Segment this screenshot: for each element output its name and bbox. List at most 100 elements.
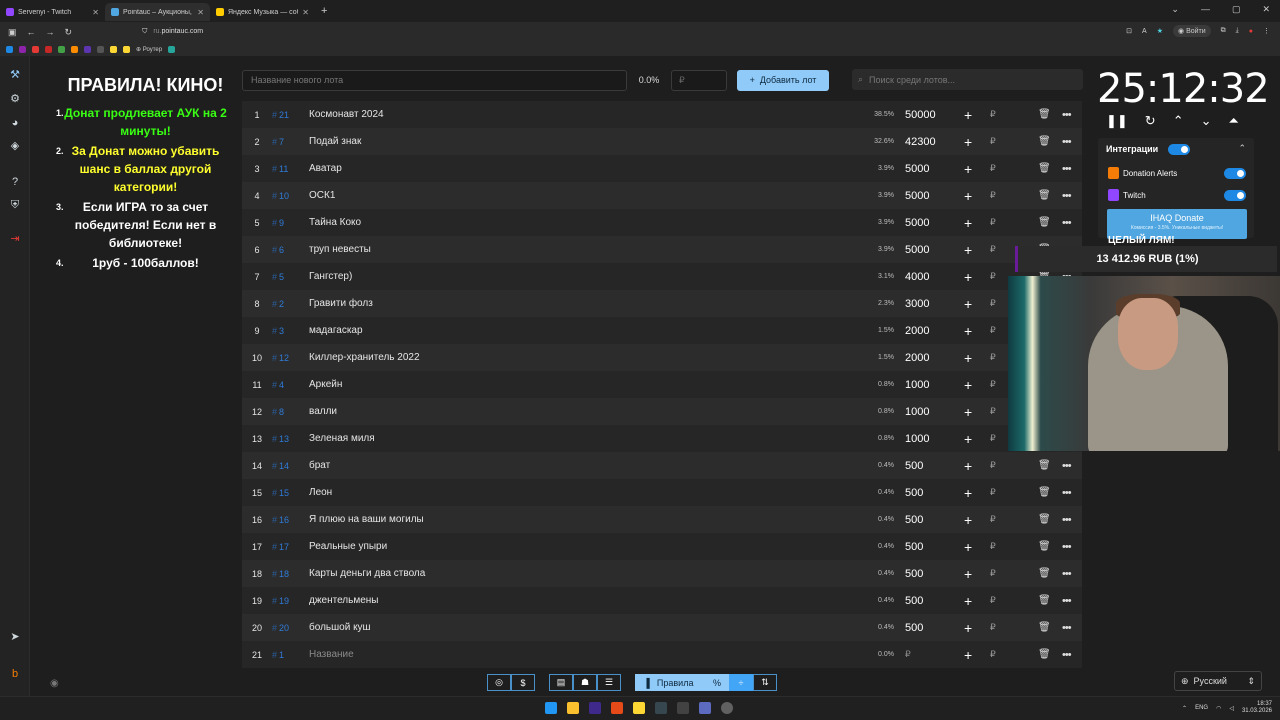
wifi-icon[interactable]: ◠ bbox=[1216, 705, 1221, 712]
steam-icon[interactable] bbox=[655, 702, 667, 714]
sort-icon[interactable]: ⇅ bbox=[753, 674, 777, 691]
percent-button[interactable]: % bbox=[705, 674, 729, 691]
ruble-icon[interactable]: ₽ bbox=[990, 271, 996, 282]
lot-id[interactable]: #15 bbox=[272, 488, 309, 498]
bot-icon[interactable]: ☗ bbox=[573, 674, 597, 691]
new-tab-button[interactable]: + bbox=[321, 5, 327, 17]
lot-amount[interactable]: 5000 bbox=[894, 217, 936, 229]
delete-icon[interactable]: 🗑 bbox=[1038, 649, 1051, 660]
more-icon[interactable]: ••• bbox=[1062, 541, 1072, 553]
lot-id[interactable]: #16 bbox=[272, 515, 309, 525]
lot-amount[interactable]: 500 bbox=[894, 487, 936, 499]
boosty-icon[interactable]: b bbox=[8, 667, 22, 681]
ruble-icon[interactable]: ₽ bbox=[990, 649, 996, 660]
lot-name[interactable]: ОСК1 bbox=[309, 190, 836, 201]
lot-amount[interactable]: 500 bbox=[894, 568, 936, 580]
more-icon[interactable]: ••• bbox=[1062, 190, 1072, 202]
tab-yandex-music[interactable]: Яндекс Музыка — собира ✕ bbox=[210, 3, 315, 21]
browser-icon[interactable] bbox=[611, 702, 623, 714]
delete-icon[interactable]: 🗑 bbox=[1038, 622, 1051, 633]
more-icon[interactable]: ••• bbox=[1062, 568, 1072, 580]
login-button[interactable]: ◉ Войти bbox=[1173, 25, 1211, 37]
lot-id[interactable]: #6 bbox=[272, 245, 309, 255]
add-amount-icon[interactable]: + bbox=[964, 458, 972, 474]
more-icon[interactable]: ••• bbox=[1062, 649, 1072, 661]
add-time-icon[interactable]: ⌃ bbox=[1173, 113, 1184, 129]
add-amount-icon[interactable]: + bbox=[964, 593, 972, 609]
donation-alerts-toggle[interactable] bbox=[1224, 168, 1246, 179]
save-icon[interactable]: ▤ bbox=[549, 674, 573, 691]
new-lot-name-input[interactable]: Название нового лота bbox=[242, 69, 627, 91]
delete-icon[interactable]: 🗑 bbox=[1038, 163, 1051, 174]
lot-id[interactable]: #21 bbox=[272, 110, 309, 120]
app-icon[interactable] bbox=[633, 702, 645, 714]
collapse-icon[interactable]: ⌃ bbox=[1238, 143, 1246, 154]
bookmark-star-icon[interactable]: ★ bbox=[1157, 27, 1163, 35]
github-icon[interactable]: ◎ bbox=[487, 674, 511, 691]
lot-amount[interactable]: 1000 bbox=[894, 433, 936, 445]
double-up-icon[interactable]: ⏶ bbox=[1229, 113, 1239, 129]
downloads-icon[interactable]: ⤓ bbox=[1236, 27, 1239, 35]
delete-icon[interactable]: 🗑 bbox=[1038, 514, 1051, 525]
ruble-icon[interactable]: ₽ bbox=[990, 568, 996, 579]
lot-id[interactable]: #8 bbox=[272, 407, 309, 417]
lot-name[interactable]: Карты деньги два ствола bbox=[309, 568, 836, 579]
close-tab-icon[interactable]: ✕ bbox=[197, 8, 204, 17]
lot-amount[interactable]: 2000 bbox=[894, 352, 936, 364]
lot-id[interactable]: #17 bbox=[272, 542, 309, 552]
lot-amount[interactable]: 500 bbox=[894, 622, 936, 634]
add-amount-icon[interactable]: + bbox=[964, 539, 972, 555]
language-select[interactable]: ⊕ Русский ⇕ bbox=[1174, 671, 1262, 691]
lot-name[interactable]: валли bbox=[309, 406, 836, 417]
bookmark-icon[interactable] bbox=[110, 45, 117, 53]
lot-amount[interactable]: 1000 bbox=[894, 379, 936, 391]
twitch-toggle[interactable] bbox=[1224, 190, 1246, 201]
auction-hammer-icon[interactable]: ⚒ bbox=[8, 68, 22, 82]
ruble-icon[interactable]: ₽ bbox=[990, 136, 996, 147]
search-lots-input[interactable]: ⌕ Поиск среди лотов... bbox=[852, 69, 1083, 90]
delete-icon[interactable]: 🗑 bbox=[1038, 541, 1051, 552]
maximize-button[interactable]: ▢ bbox=[1232, 4, 1241, 15]
ruble-icon[interactable]: ₽ bbox=[990, 352, 996, 363]
forward-button[interactable]: → bbox=[46, 27, 55, 38]
ruble-icon[interactable]: ₽ bbox=[990, 325, 996, 336]
lot-name[interactable]: труп невесты bbox=[309, 244, 836, 255]
delete-icon[interactable]: 🗑 bbox=[1038, 568, 1051, 579]
more-icon[interactable]: ••• bbox=[1062, 487, 1072, 499]
wheel-icon[interactable]: ◕ bbox=[8, 116, 22, 130]
ruble-icon[interactable]: ₽ bbox=[990, 379, 996, 390]
bookmark-icon[interactable] bbox=[45, 45, 52, 53]
lot-name[interactable]: Реальные упыри bbox=[309, 541, 836, 552]
more-icon[interactable]: ••• bbox=[1062, 622, 1072, 634]
ruble-icon[interactable]: ₽ bbox=[990, 460, 996, 471]
lot-id[interactable]: #1 bbox=[272, 650, 309, 660]
help-icon[interactable]: ? bbox=[8, 175, 22, 189]
lot-id[interactable]: #10 bbox=[272, 191, 309, 201]
lot-name[interactable]: большой куш bbox=[309, 622, 836, 633]
clock[interactable]: 18:37 31.03.2026 bbox=[1242, 701, 1272, 715]
lot-amount[interactable]: 2000 bbox=[894, 325, 936, 337]
add-amount-icon[interactable]: + bbox=[964, 620, 972, 636]
lot-amount[interactable]: 5000 bbox=[894, 244, 936, 256]
lot-id[interactable]: #11 bbox=[272, 164, 309, 174]
add-amount-icon[interactable]: + bbox=[964, 566, 972, 582]
add-amount-icon[interactable]: + bbox=[964, 161, 972, 177]
bookmark-icon[interactable] bbox=[6, 45, 13, 53]
more-icon[interactable]: ••• bbox=[1062, 217, 1072, 229]
extensions-icon[interactable]: ⧉ bbox=[1221, 27, 1226, 35]
delete-icon[interactable]: 🗑 bbox=[1038, 136, 1051, 147]
adblock-icon[interactable]: ● bbox=[1249, 28, 1253, 35]
list-icon[interactable]: ☰ bbox=[597, 674, 621, 691]
menu-icon[interactable]: ⋮ bbox=[1263, 27, 1270, 35]
divide-icon[interactable]: ÷ bbox=[729, 674, 753, 691]
lot-amount[interactable]: 5000 bbox=[894, 190, 936, 202]
lot-name[interactable]: брат bbox=[309, 460, 836, 471]
site-info-icon[interactable]: ⛉ bbox=[142, 28, 147, 36]
lot-name[interactable]: Аркейн bbox=[309, 379, 836, 390]
lot-id[interactable]: #3 bbox=[272, 326, 309, 336]
bookmark-icon[interactable] bbox=[32, 45, 39, 53]
lot-amount[interactable]: 500 bbox=[894, 514, 936, 526]
ruble-icon[interactable]: ₽ bbox=[990, 514, 996, 525]
sidebar-toggle-icon[interactable]: ▣ bbox=[8, 27, 17, 38]
translate-icon[interactable]: A bbox=[1142, 28, 1147, 35]
